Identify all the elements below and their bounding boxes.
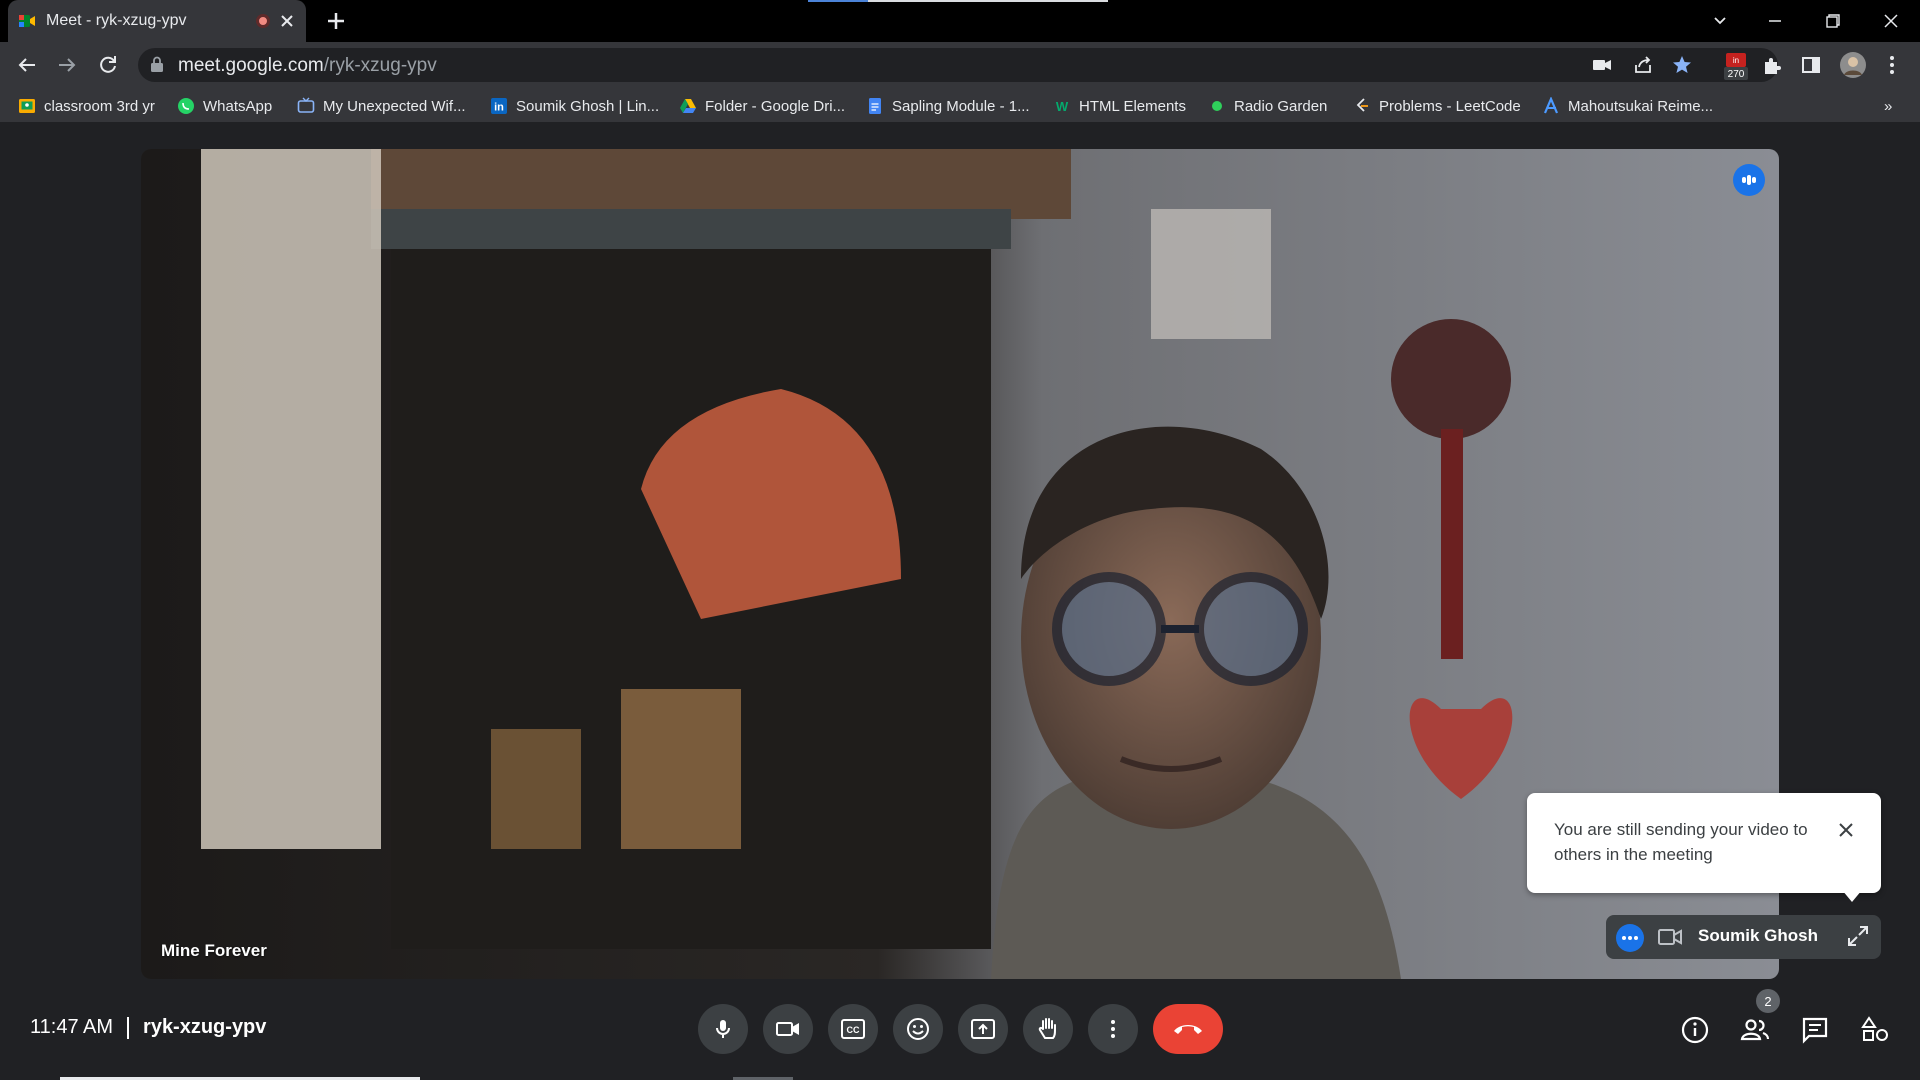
more-vertical-icon: [1111, 1020, 1115, 1038]
recording-indicator-icon: [256, 14, 270, 28]
chat-icon[interactable]: [1800, 1015, 1830, 1045]
participant-count-badge: 2: [1756, 989, 1780, 1013]
extension-badge-count: 270: [1728, 69, 1745, 80]
lock-icon[interactable]: [150, 56, 164, 72]
profile-avatar[interactable]: [1839, 51, 1867, 79]
close-window-icon[interactable]: [1878, 8, 1904, 34]
bookmark-linkedin[interactable]: in Soumik Ghosh | Lin...: [490, 94, 659, 118]
bookmark-classroom[interactable]: classroom 3rd yr: [18, 94, 155, 118]
url-path: /ryk-xzug-ypv: [323, 55, 437, 76]
svg-text:W: W: [1056, 99, 1069, 114]
microphone-button[interactable]: [698, 1004, 748, 1054]
extension-badge-icon[interactable]: in 270: [1722, 52, 1750, 82]
svg-text:in: in: [1733, 56, 1739, 65]
minimize-icon[interactable]: [1762, 8, 1788, 34]
camera-button[interactable]: [763, 1004, 813, 1054]
self-more-options-icon[interactable]: [1616, 924, 1644, 952]
linkedin-icon: in: [491, 98, 507, 114]
tab-title: Meet - ryk-xzug-ypv: [46, 12, 187, 29]
url-host: meet.google.com: [178, 55, 324, 76]
bookmark-label: Mahoutsukai Reime...: [1568, 97, 1714, 115]
bookmark-html-elements[interactable]: W HTML Elements: [1053, 94, 1186, 118]
camera-icon: [776, 1022, 799, 1036]
anime-site-icon: [1543, 97, 1559, 114]
bookmark-leetcode[interactable]: Problems - LeetCode: [1353, 94, 1521, 118]
bookmark-star-icon[interactable]: [1670, 53, 1694, 77]
google-docs-icon: [869, 98, 881, 114]
restore-icon[interactable]: [1820, 8, 1846, 34]
raise-hand-button[interactable]: [1023, 1004, 1073, 1054]
leetcode-icon: [1356, 98, 1368, 112]
closed-captions-icon: CC: [841, 1019, 865, 1039]
bookmark-whatsapp[interactable]: WhatsApp: [177, 94, 272, 118]
close-icon[interactable]: [1836, 820, 1856, 840]
bookmarks-overflow-button[interactable]: »: [1884, 94, 1892, 118]
bookmark-label: classroom 3rd yr: [44, 97, 155, 115]
forward-icon[interactable]: [55, 53, 79, 77]
present-screen-button[interactable]: [958, 1004, 1008, 1054]
url-text[interactable]: meet.google.com/ryk-xzug-ypv: [178, 55, 437, 77]
self-participant-name: Soumik Ghosh: [1698, 926, 1818, 945]
w3schools-icon: W: [1056, 99, 1069, 114]
camera-in-use-icon[interactable]: [1590, 53, 1614, 77]
meeting-info: 11:47 AM ryk-xzug-ypv: [30, 1016, 266, 1039]
new-tab-icon[interactable]: [325, 10, 347, 32]
reactions-button[interactable]: [893, 1004, 943, 1054]
chrome-menu-icon[interactable]: [1880, 53, 1904, 77]
meeting-details-icon[interactable]: [1680, 1015, 1710, 1045]
speaking-indicator-icon: [1733, 164, 1765, 196]
bookmark-my-unexpected-wife[interactable]: My Unexpected Wif...: [297, 94, 466, 118]
emoji-icon: [907, 1018, 929, 1040]
divider: [127, 1016, 130, 1039]
present-screen-icon: [971, 1019, 995, 1039]
bookmark-label: Problems - LeetCode: [1379, 97, 1521, 115]
toast-message: You are still sending your video to othe…: [1554, 820, 1808, 864]
tv-icon: [297, 97, 315, 113]
side-panel-icon[interactable]: [1799, 53, 1823, 77]
expand-icon[interactable]: [1846, 924, 1870, 948]
google-meet-icon: [19, 15, 35, 27]
google-drive-icon: [680, 99, 696, 113]
tab-strip-indicator-active: [808, 0, 868, 2]
people-icon[interactable]: [1740, 1015, 1770, 1045]
bookmark-google-drive[interactable]: Folder - Google Dri...: [679, 94, 845, 118]
activities-icon[interactable]: [1860, 1015, 1890, 1045]
bookmark-label: Soumik Ghosh | Lin...: [516, 97, 660, 115]
toast-pointer: [1842, 890, 1862, 902]
raise-hand-icon: [1038, 1018, 1056, 1039]
leave-call-button[interactable]: [1153, 1004, 1223, 1054]
tab-close-icon[interactable]: [278, 12, 296, 30]
bookmark-label: Radio Garden: [1234, 97, 1328, 115]
bookmarks-overflow-label: »: [1884, 97, 1893, 115]
reload-icon[interactable]: [96, 53, 120, 77]
hang-up-icon: [1174, 1025, 1202, 1034]
bookmark-radio-garden[interactable]: Radio Garden: [1208, 94, 1327, 118]
share-icon[interactable]: [1631, 53, 1655, 77]
svg-text:CC: CC: [847, 1025, 860, 1035]
tab-search-icon[interactable]: [1707, 8, 1733, 34]
bookmark-sapling-module[interactable]: Sapling Module - 1...: [866, 94, 1030, 118]
meeting-time: 11:47 AM: [30, 1016, 114, 1038]
svg-text:in: in: [494, 102, 504, 114]
bookmark-label: Sapling Module - 1...: [892, 97, 1030, 115]
extensions-puzzle-icon[interactable]: [1760, 53, 1784, 77]
bookmark-label: Folder - Google Dri...: [705, 97, 846, 115]
meeting-code: ryk-xzug-ypv: [143, 1016, 267, 1038]
back-icon[interactable]: [15, 53, 39, 77]
bookmark-label: HTML Elements: [1079, 97, 1186, 115]
whatsapp-icon: [178, 98, 194, 114]
classroom-icon: [19, 99, 35, 113]
bookmark-mahoutsukai[interactable]: Mahoutsukai Reime...: [1542, 94, 1713, 118]
captions-button[interactable]: CC: [828, 1004, 878, 1054]
more-options-button[interactable]: [1088, 1004, 1138, 1054]
bookmark-label: WhatsApp: [203, 97, 273, 115]
remote-participant-name: Mine Forever: [161, 941, 267, 960]
radio-garden-icon: [1212, 101, 1222, 111]
bookmark-label: My Unexpected Wif...: [323, 97, 466, 115]
camera-icon: [1658, 929, 1682, 945]
microphone-icon: [716, 1020, 730, 1038]
